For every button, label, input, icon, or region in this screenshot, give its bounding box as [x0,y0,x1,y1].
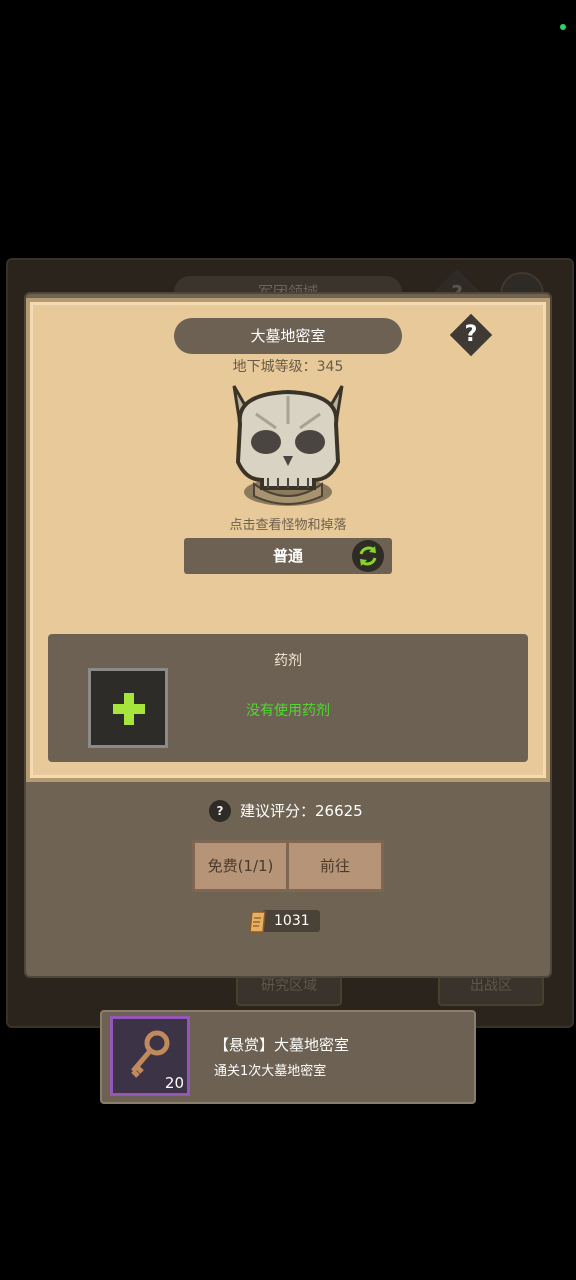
difficulty-selector[interactable]: 普通 [184,538,392,574]
currency-value: 1031 [274,913,310,929]
plus-icon [113,693,145,725]
dungeon-level: 地下城等级：345 [232,359,344,375]
monster-drop-hint[interactable]: 点击查看怪物和掉落 [150,514,426,533]
quest-description: 通关1次大墓地密室 [214,1064,327,1079]
help-icon[interactable]: ? [452,316,490,354]
quest-title: 【悬赏】大墓地密室 [214,1036,350,1054]
status-indicator [560,24,566,30]
free-attempt-button[interactable]: 免费(1/1) [192,840,288,892]
add-potion-slot[interactable] [88,668,168,748]
currency-amount: 1031 [262,910,320,932]
go-button[interactable]: 前往 [286,840,384,892]
refresh-icon[interactable] [352,540,384,572]
scroll-icon [249,911,266,933]
quest-item-count: 20 [164,1074,184,1092]
potion-status: 没有使用药剂 [246,703,330,719]
recommended-score: 建议评分：26625 [240,802,363,820]
recommend-help-icon[interactable]: ? [209,800,231,822]
horned-skull-icon[interactable] [226,384,350,510]
dungeon-title: 大墓地密室 [174,318,402,354]
potion-title: 药剂 [274,653,302,669]
